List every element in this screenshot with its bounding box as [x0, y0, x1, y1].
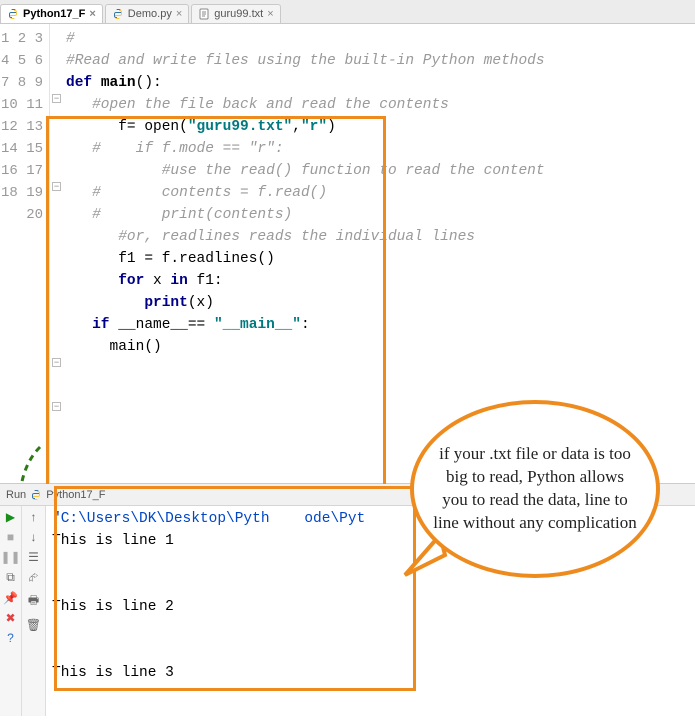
- print-icon[interactable]: 🖶: [28, 591, 39, 612]
- code-line: if __name__== "__main__":: [66, 314, 689, 336]
- code-line: main(): [66, 336, 689, 358]
- pause-icon[interactable]: ❚❚: [0, 550, 20, 564]
- code-line: for x in f1:: [66, 270, 689, 292]
- run-panel: Run Python17_F ▶ ■ ❚❚ ⧉ 📌 ✖ ? ↑ ↓ ☰ ⮳ 🖶 …: [0, 484, 695, 716]
- console-line: [52, 640, 689, 662]
- code-line: f1 = f.readlines(): [66, 248, 689, 270]
- code-line: # print(contents): [66, 204, 689, 226]
- code-line: #: [66, 28, 689, 50]
- code-line: #or, readlines reads the individual line…: [66, 226, 689, 248]
- down-icon[interactable]: ↓: [31, 530, 37, 544]
- code-line: f= open("guru99.txt","r"): [66, 116, 689, 138]
- console-line: This is line 2: [52, 596, 689, 618]
- line-gutter: 1 2 3 4 5 6 7 8 9 10 11 12 13 14 15 16 1…: [0, 24, 50, 483]
- run-config-label: Python17_F: [46, 489, 105, 501]
- tab-python17[interactable]: Python17_F ×: [0, 4, 103, 23]
- stop-icon[interactable]: ■: [7, 530, 14, 544]
- fold-marker-icon[interactable]: −: [52, 182, 61, 191]
- scroll-icon[interactable]: ⮳: [29, 570, 39, 585]
- tab-demo[interactable]: Demo.py ×: [105, 4, 189, 23]
- code-line: #open the file back and read the content…: [66, 94, 689, 116]
- console-line: [52, 574, 689, 596]
- close-icon[interactable]: ×: [176, 8, 182, 20]
- fold-marker-icon[interactable]: −: [52, 94, 61, 103]
- up-icon[interactable]: ↑: [31, 510, 37, 524]
- console-line: [52, 618, 689, 640]
- run-panel-header: Run Python17_F: [0, 484, 695, 506]
- fold-marker-icon[interactable]: −: [52, 402, 61, 411]
- fold-column: − − − −: [50, 24, 64, 483]
- pin-icon[interactable]: 📌: [3, 591, 18, 605]
- close-icon[interactable]: ×: [89, 8, 95, 20]
- python-icon: [112, 8, 124, 20]
- code-area[interactable]: ##Read and write files using the built-i…: [64, 24, 695, 483]
- code-line: #use the read() function to read the con…: [66, 160, 689, 182]
- fold-marker-icon[interactable]: −: [52, 358, 61, 367]
- close-icon[interactable]: ×: [267, 8, 273, 20]
- rerun-icon[interactable]: ▶: [6, 510, 15, 524]
- code-editor[interactable]: 1 2 3 4 5 6 7 8 9 10 11 12 13 14 15 16 1…: [0, 24, 695, 484]
- console-output[interactable]: "C:\Users\DK\Desktop\Pyth ode\PytThis is…: [46, 506, 695, 716]
- python-icon: [30, 489, 42, 501]
- toggle-icon[interactable]: ⧉: [6, 570, 15, 585]
- tab-label: guru99.txt: [214, 8, 263, 20]
- textfile-icon: [198, 8, 210, 20]
- code-line: print(x): [66, 292, 689, 314]
- trash-icon[interactable]: 🗑: [26, 618, 41, 632]
- console-line: This is line 3: [52, 662, 689, 684]
- code-line: #Read and write files using the built-in…: [66, 50, 689, 72]
- run-toolbar-secondary: ↑ ↓ ☰ ⮳ 🖶 🗑: [22, 506, 46, 716]
- tab-label: Python17_F: [23, 8, 85, 20]
- help-icon[interactable]: ?: [7, 631, 14, 645]
- code-line: # contents = f.read(): [66, 182, 689, 204]
- console-line: This is line 1: [52, 530, 689, 552]
- console-line: [52, 552, 689, 574]
- tab-label: Demo.py: [128, 8, 172, 20]
- wrap-icon[interactable]: ☰: [28, 550, 39, 564]
- run-toolbar-primary: ▶ ■ ❚❚ ⧉ 📌 ✖ ?: [0, 506, 22, 716]
- close-panel-icon[interactable]: ✖: [5, 611, 15, 625]
- console-path: "C:\Users\DK\Desktop\Pyth ode\Pyt: [52, 508, 689, 530]
- run-tab-label[interactable]: Run: [6, 489, 26, 501]
- editor-tabs: Python17_F × Demo.py × guru99.txt ×: [0, 0, 695, 24]
- code-line: # if f.mode == "r":: [66, 138, 689, 160]
- code-line: def main():: [66, 72, 689, 94]
- python-icon: [7, 8, 19, 20]
- tab-guru99[interactable]: guru99.txt ×: [191, 4, 280, 23]
